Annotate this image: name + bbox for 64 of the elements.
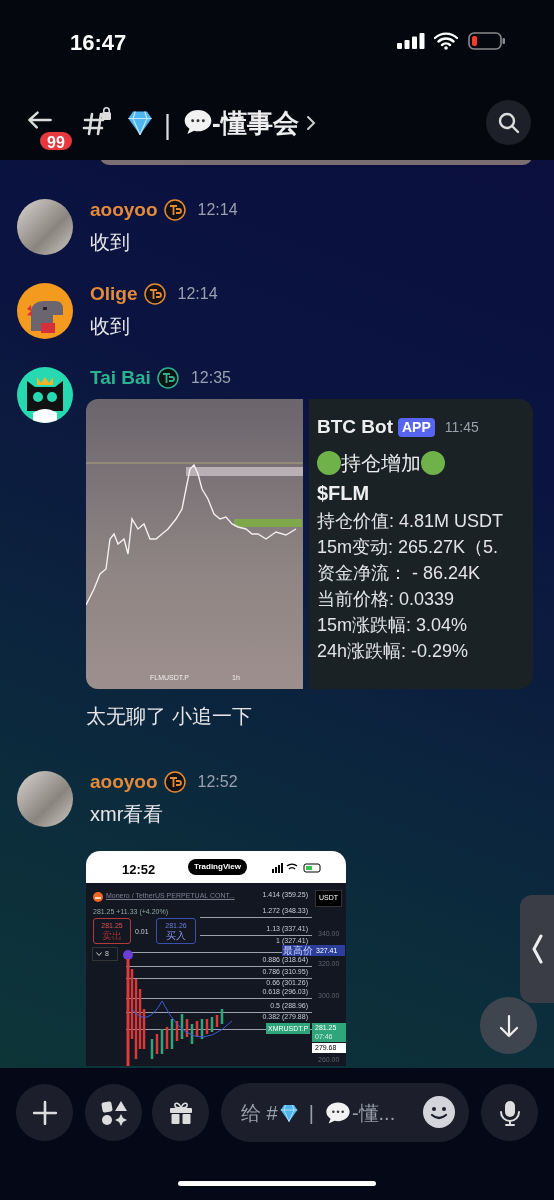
guild-tag-icon	[163, 199, 186, 221]
cat-avatar[interactable]	[17, 367, 73, 423]
photo-placeholder[interactable]	[17, 771, 73, 827]
status-icons-drawing	[272, 863, 324, 873]
guild-tag-icon	[156, 367, 179, 389]
screenshot-image[interactable]	[86, 851, 346, 1066]
channel-name[interactable]: -懂事会	[212, 104, 299, 143]
status-time: 12:52	[122, 861, 156, 879]
message-text: 收到	[90, 314, 131, 339]
microphone-icon	[497, 1098, 522, 1127]
app-tag: APP	[398, 417, 435, 437]
side-panel-handle[interactable]	[520, 895, 554, 1003]
signal-icon	[397, 33, 425, 49]
wifi-icon	[434, 32, 458, 50]
circle-emoji-icon	[317, 450, 341, 475]
message-time: 12:14	[177, 284, 218, 304]
circle-emoji-icon	[421, 450, 445, 475]
message-text: 收到	[90, 230, 131, 255]
chevron-right-icon	[306, 115, 316, 131]
embed-line: 24h涨跌幅: -0.29%	[317, 639, 470, 662]
message-text: xmr看看	[90, 802, 165, 827]
plus-icon	[31, 1099, 58, 1126]
placeholder-text: 给 #	[241, 1100, 278, 1126]
arrow-down-icon	[498, 1013, 519, 1038]
photo-placeholder[interactable]	[17, 199, 73, 255]
locked-channel-icon	[82, 106, 112, 136]
app-pill: TradingView	[188, 859, 247, 875]
high-label: 最高价	[282, 945, 314, 956]
coin-icon	[93, 892, 103, 902]
scroll-down-button[interactable]	[480, 997, 537, 1054]
search-button[interactable]	[486, 100, 531, 145]
author-name[interactable]: aooyoo	[90, 767, 158, 797]
message-field[interactable]: 给 # | -懂...	[221, 1083, 469, 1142]
search-icon	[496, 110, 521, 135]
placeholder-separator: |	[308, 1100, 314, 1126]
guild-tag-icon	[163, 771, 186, 793]
placeholder-text: -懂...	[351, 1100, 396, 1126]
bot-name: BTC Bot	[317, 415, 393, 439]
title-separator: |	[164, 109, 171, 142]
dinosaur-avatar[interactable]	[17, 283, 73, 339]
chevron-down-icon	[96, 952, 102, 957]
author-name[interactable]: Olige	[90, 279, 138, 309]
author-name[interactable]: aooyoo	[90, 195, 158, 225]
diamond-icon	[126, 109, 154, 135]
author-name[interactable]: Tai Bai	[90, 363, 151, 393]
chevron-left-icon	[531, 934, 543, 964]
status-time: 16:47	[70, 29, 127, 57]
embed-headline: 持仓增加	[341, 450, 421, 476]
embed-line: 15m涨跌幅: 3.04%	[317, 613, 469, 636]
embed-line: 当前价格: 0.0339	[317, 587, 456, 610]
embed-line: 资金净流： - 86.24K	[317, 561, 482, 584]
emoji-button[interactable]	[423, 1096, 455, 1128]
message-text: 太无聊了 小追一下	[86, 704, 253, 729]
battery-icon	[468, 32, 506, 50]
guild-tag-icon	[143, 283, 166, 305]
unread-badge: 99	[38, 130, 74, 152]
message-time: 12:14	[197, 200, 238, 220]
embed-line: 15m变动: 265.27K（5.	[317, 535, 500, 558]
embed-line: 持仓价值: 4.81M USDT	[317, 509, 505, 532]
embed-symbol: $FLM	[317, 480, 371, 506]
message-time: 12:52	[197, 772, 238, 792]
embed-time: 11:45	[444, 417, 479, 437]
message-time: 12:35	[190, 368, 231, 388]
diamond-icon	[278, 1103, 299, 1122]
